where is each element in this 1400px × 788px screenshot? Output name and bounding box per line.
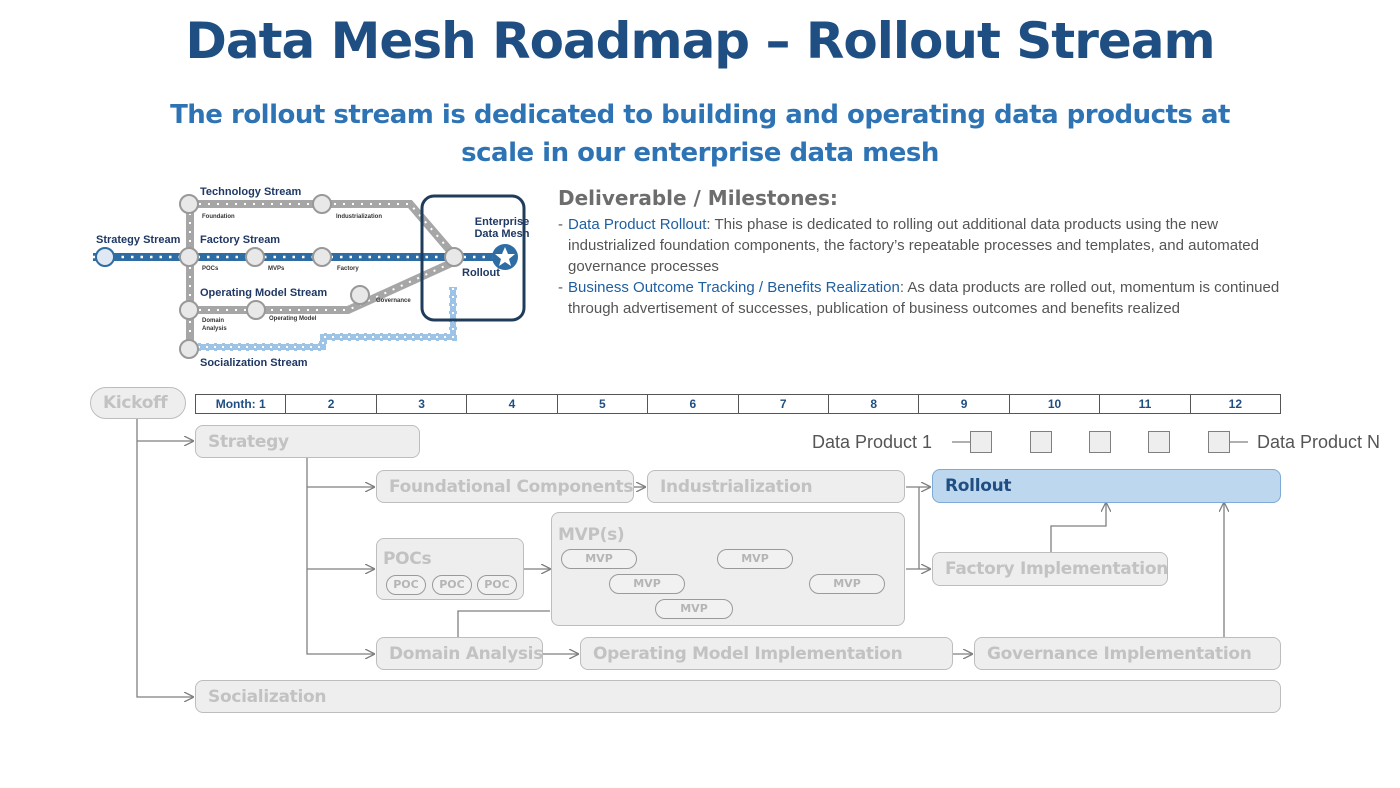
month-cell: 8: [829, 395, 920, 413]
data-product-checkbox: [1148, 431, 1170, 453]
mvp-pill: MVP: [809, 574, 885, 594]
mvp-pill: MVP: [655, 599, 733, 619]
months-header: Month: 1 2 3 4 5 6 7 8 9 10 11 12: [195, 394, 1281, 414]
socialization-box: Socialization: [195, 680, 1281, 713]
month-cell: 12: [1228, 397, 1243, 411]
data-product-first-label: Data Product 1: [812, 432, 933, 452]
rollout-box: Rollout: [932, 469, 1281, 503]
data-product-last-label: Data Product N: [1257, 432, 1381, 452]
data-product-checkbox: [1030, 431, 1052, 453]
month-cell: 9: [919, 395, 1010, 413]
month-cell: 3: [377, 395, 468, 413]
mvps-box: MVP(s) MVP MVP MVP MVP MVP: [551, 512, 905, 626]
data-product-checkbox: [970, 431, 992, 453]
mvp-pill: MVP: [561, 549, 637, 569]
factory-implementation-box: Factory Implementation: [932, 552, 1168, 586]
month-cell: 10: [1010, 395, 1101, 413]
industrialization-box: Industrialization: [647, 470, 905, 503]
kickoff-box: Kickoff: [90, 387, 186, 419]
domain-analysis-box: Domain Analysis: [376, 637, 543, 670]
poc-pill: POC: [386, 575, 426, 595]
operating-model-implementation-box: Operating Model Implementation: [580, 637, 953, 670]
poc-pill: POC: [432, 575, 472, 595]
month-cell: 4: [467, 395, 558, 413]
month-cell: 7: [739, 395, 829, 413]
governance-implementation-box: Governance Implementation: [974, 637, 1281, 670]
month-cell: 2: [286, 395, 377, 413]
month-cell: 5: [558, 395, 649, 413]
data-product-checkbox: [1208, 431, 1230, 453]
pocs-box: POCs POC POC POC: [376, 538, 524, 600]
month-cell: 11: [1100, 395, 1191, 413]
month-cell: Month: 1: [196, 395, 287, 413]
data-product-checkbox: [1089, 431, 1111, 453]
foundational-components-box: Foundational Components: [376, 470, 634, 503]
mvp-pill: MVP: [717, 549, 793, 569]
mvp-pill: MVP: [609, 574, 685, 594]
poc-pill: POC: [477, 575, 517, 595]
strategy-box: Strategy: [195, 425, 420, 458]
month-cell: 6: [648, 395, 739, 413]
